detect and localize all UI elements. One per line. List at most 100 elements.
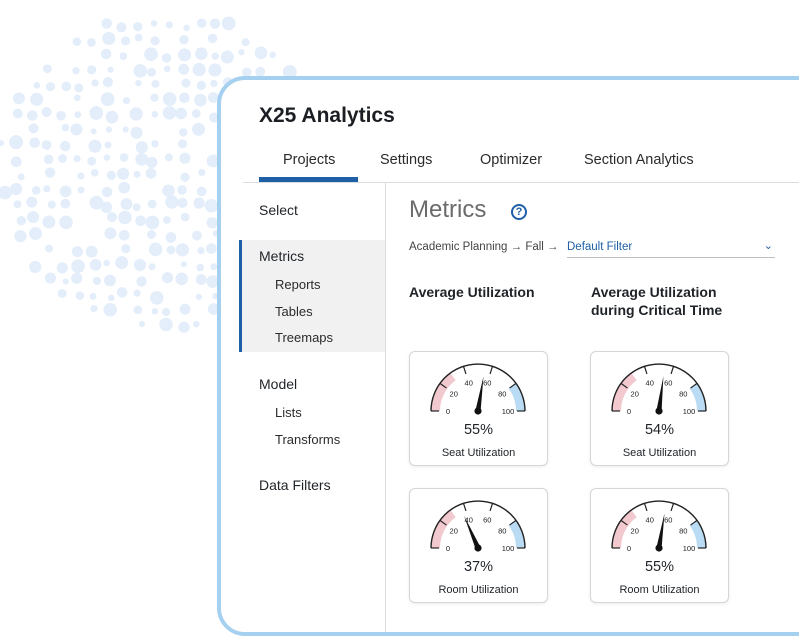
decorative-dot: [77, 186, 85, 194]
decorative-dot: [193, 197, 205, 209]
decorative-dot: [221, 16, 236, 31]
gauge-label: Room Utilization: [619, 584, 700, 596]
decorative-dot: [31, 186, 41, 195]
decorative-dot: [195, 47, 208, 60]
decorative-dot: [28, 123, 39, 134]
sidebar-group-metrics: Metrics Reports Tables Treemaps: [239, 240, 385, 352]
decorative-dot: [116, 287, 128, 298]
gauge-card: 0 20 40 60 80 100 54% Seat Utilization: [590, 351, 729, 466]
app-window: X25 Analytics Projects Settings Optimize…: [217, 76, 799, 636]
filter-value: Default Filter: [567, 241, 633, 253]
column-heading-critical-time: Average Utilization during Critical Time: [591, 284, 723, 318]
decorative-dot: [100, 201, 113, 213]
gauge-tick-label: 80: [679, 389, 687, 398]
decorative-dot: [165, 232, 177, 243]
decorative-dot: [56, 262, 68, 274]
decorative-dot: [62, 278, 69, 285]
decorative-dot: [102, 77, 114, 88]
chevron-down-icon: ⌄: [763, 240, 773, 252]
gauge-tick-label: 80: [498, 526, 506, 535]
decorative-dot: [41, 107, 52, 117]
decorative-dot: [145, 215, 160, 230]
decorative-dot: [162, 184, 175, 198]
decorative-dot: [101, 186, 113, 198]
tab-section-analytics[interactable]: Section Analytics: [584, 152, 694, 168]
decorative-dot: [73, 94, 81, 102]
decorative-dot: [104, 227, 117, 240]
decorative-dot: [71, 259, 85, 273]
breadcrumb: Academic Planning → Fall →: [409, 241, 559, 253]
decorative-dot: [148, 242, 163, 257]
sidebar-item-select[interactable]: Select: [259, 202, 298, 218]
decorative-dot: [85, 245, 98, 258]
tab-optimizer[interactable]: Optimizer: [480, 152, 542, 168]
gauge-value: 55%: [463, 422, 494, 438]
decorative-dot: [104, 141, 112, 149]
decorative-dot: [208, 63, 222, 77]
decorative-dot: [91, 79, 99, 87]
decorative-dot: [122, 126, 129, 133]
decorative-dot: [0, 140, 5, 147]
decorative-dot: [133, 258, 147, 272]
decorative-dot: [119, 153, 129, 162]
sidebar-item-metrics[interactable]: Metrics: [259, 248, 304, 264]
decorative-dot: [132, 203, 141, 212]
gauge-label: Seat Utilization: [441, 447, 516, 459]
gauge-needle: [656, 513, 665, 549]
decorative-dot: [89, 106, 104, 120]
decorative-dot: [159, 317, 173, 332]
decorative-dot: [161, 53, 172, 63]
decorative-dot: [90, 128, 97, 135]
gauge-tick-label: 40: [465, 378, 473, 387]
decorative-dot: [192, 230, 202, 241]
decorative-dot: [165, 21, 173, 29]
decorative-dot: [151, 140, 159, 148]
decorative-dot: [179, 303, 191, 315]
decorative-dot: [105, 110, 119, 124]
decorative-dot: [179, 152, 191, 164]
tab-projects[interactable]: Projects: [283, 152, 335, 168]
gauge-tick-label: 20: [450, 526, 458, 535]
decorative-dot: [13, 200, 22, 209]
sidebar-item-reports[interactable]: Reports: [275, 277, 321, 292]
sidebar-item-treemaps[interactable]: Treemaps: [275, 330, 333, 345]
decorative-dot: [59, 215, 73, 230]
decorative-dot: [177, 197, 188, 209]
sidebar-item-data-filters[interactable]: Data Filters: [259, 477, 331, 493]
decorative-dot: [161, 272, 174, 284]
decorative-dot: [135, 153, 149, 166]
decorative-dot: [193, 320, 200, 328]
decorative-dot: [194, 93, 207, 107]
sidebar-item-tables[interactable]: Tables: [275, 304, 313, 319]
active-tab-indicator: [259, 177, 358, 182]
decorative-dot: [77, 172, 85, 180]
gauge-tick-label: 20: [450, 389, 458, 398]
gauge-chart: 020 40 60 80 100: [611, 363, 707, 416]
gauge-hub: [655, 544, 663, 552]
gauge-tick-label: 20: [631, 389, 639, 398]
filter-select[interactable]: Default Filter ⌄: [567, 239, 775, 258]
decorative-dot: [135, 141, 148, 154]
sidebar-item-transforms[interactable]: Transforms: [275, 432, 340, 447]
decorative-dot: [162, 106, 177, 120]
decorative-dot: [71, 272, 83, 284]
tab-settings[interactable]: Settings: [380, 152, 432, 168]
decorative-dot: [177, 139, 188, 149]
decorative-dot: [61, 123, 70, 132]
decorative-dot: [118, 181, 131, 194]
decorative-dot: [116, 22, 127, 33]
decorative-dot: [146, 156, 158, 168]
sidebar-item-lists[interactable]: Lists: [275, 405, 302, 420]
decorative-dot: [192, 122, 205, 136]
gauge-tick-label: 40: [646, 515, 654, 524]
app-title: X25 Analytics: [259, 104, 395, 127]
decorative-dot: [88, 139, 102, 153]
decorative-dot: [178, 48, 192, 62]
sidebar-item-model[interactable]: Model: [259, 376, 297, 392]
decorative-dot: [162, 92, 177, 106]
decorative-dot: [107, 66, 114, 73]
decorative-dot: [0, 185, 12, 200]
question-circle-icon[interactable]: ?: [511, 204, 527, 220]
decorative-dot: [254, 46, 268, 60]
decorative-dot: [196, 186, 207, 197]
